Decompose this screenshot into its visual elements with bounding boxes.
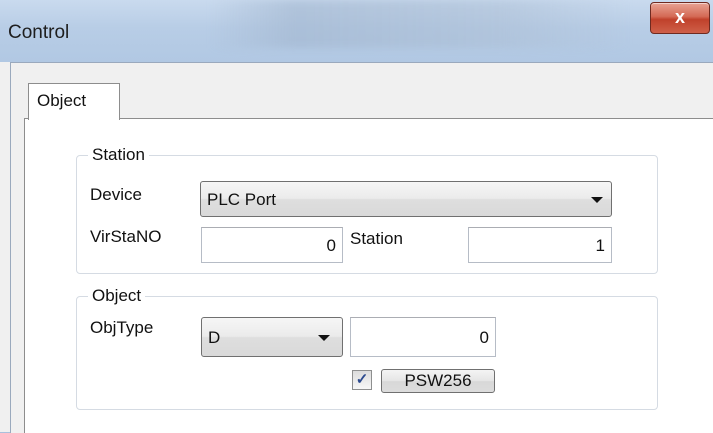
station-group-title: Station: [88, 145, 149, 165]
tab-object[interactable]: Object: [28, 83, 120, 120]
object-group-title: Object: [88, 286, 146, 306]
object-address-input[interactable]: 0: [350, 317, 496, 357]
control-dialog: Control x Object Station Device PLC Port…: [0, 0, 713, 433]
close-button[interactable]: x: [650, 2, 710, 34]
chevron-down-icon: [591, 197, 603, 203]
device-select-value: PLC Port: [207, 190, 276, 209]
objtype-label: ObjType: [90, 318, 154, 337]
title-bar[interactable]: Control x: [0, 0, 713, 62]
window-title: Control: [8, 22, 70, 43]
background-blur: [210, 0, 630, 48]
chevron-down-icon: [318, 335, 330, 341]
virstano-value: 0: [326, 236, 336, 255]
close-icon: x: [674, 7, 685, 27]
objtype-select-value: D: [208, 328, 221, 347]
objtype-select[interactable]: D: [201, 317, 343, 357]
device-select[interactable]: PLC Port: [200, 181, 612, 217]
psw256-button[interactable]: PSW256: [381, 369, 495, 393]
device-label: Device: [90, 185, 142, 204]
station-label: Station: [350, 229, 403, 248]
virstano-input[interactable]: 0: [201, 227, 343, 263]
station-input[interactable]: 1: [468, 227, 612, 263]
psw-checkbox[interactable]: ✓: [352, 370, 372, 390]
object-address-value: 0: [479, 328, 489, 347]
check-icon: ✓: [355, 371, 369, 388]
station-value: 1: [595, 236, 605, 255]
virstano-label: VirStaNO: [90, 227, 162, 246]
